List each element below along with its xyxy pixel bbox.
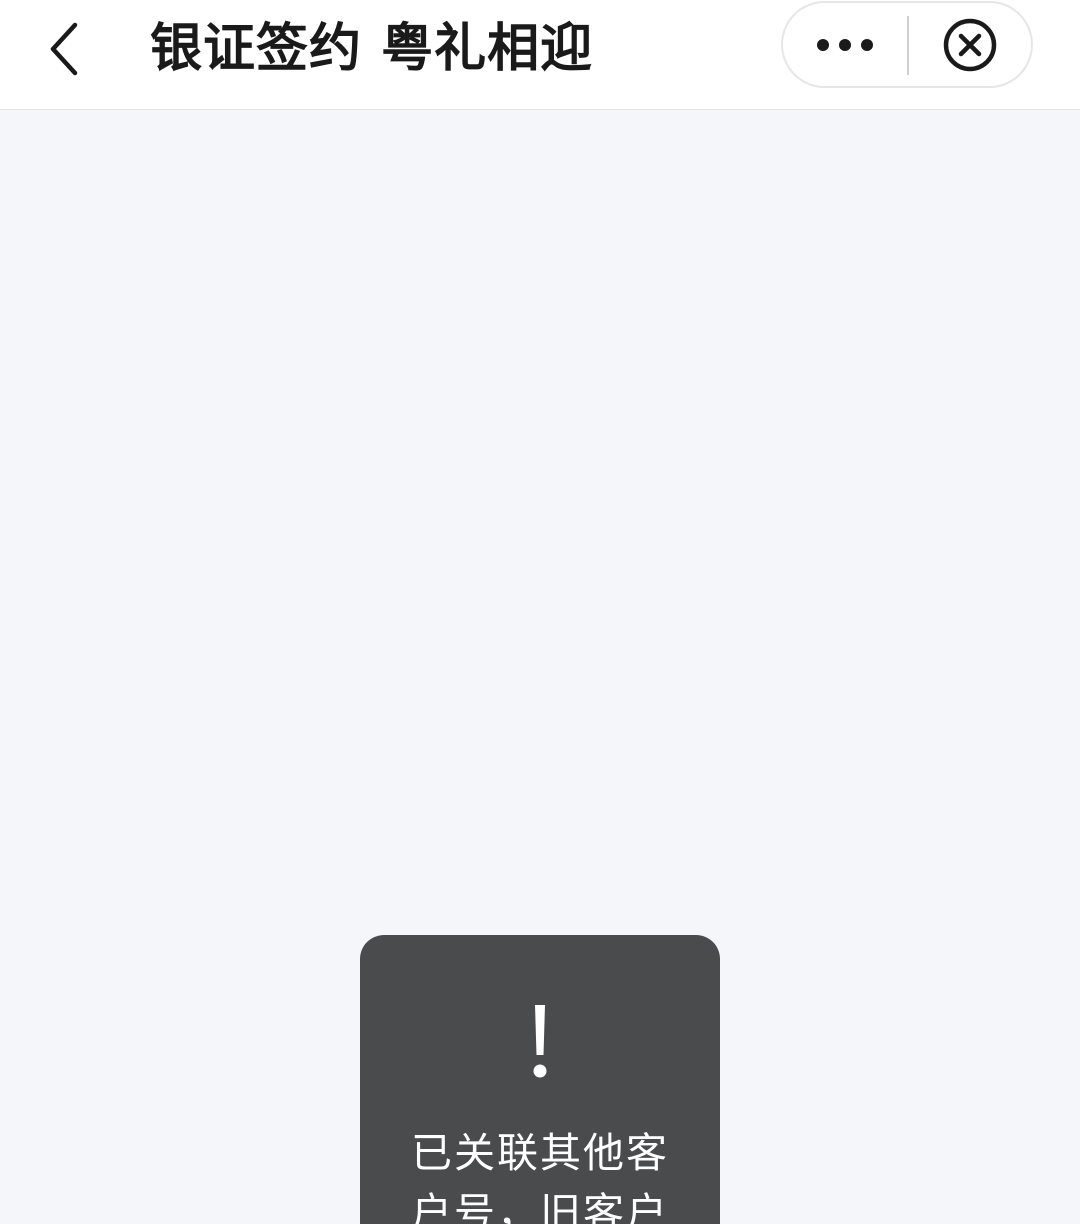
toast-text: 已关联其他客户号，旧客户 — [411, 1129, 669, 1224]
exclamation-icon — [533, 1005, 547, 1078]
navigation-bar: 银证签约 粤礼相迎 — [0, 0, 1080, 110]
toast-message: 已关联其他客户号，旧客户 — [360, 935, 720, 1224]
more-button[interactable] — [783, 3, 907, 86]
capsule-menu — [781, 1, 1033, 88]
page-title: 银证签约 粤礼相迎 — [150, 19, 594, 79]
chevron-left-icon — [50, 22, 78, 76]
more-dots-icon — [817, 38, 873, 51]
close-button[interactable] — [909, 3, 1031, 86]
page: 银证签约 粤礼相迎 已关联其他客户号，旧客户 — [0, 0, 1080, 1224]
back-button[interactable] — [30, 14, 100, 84]
close-circle-icon — [943, 18, 997, 71]
